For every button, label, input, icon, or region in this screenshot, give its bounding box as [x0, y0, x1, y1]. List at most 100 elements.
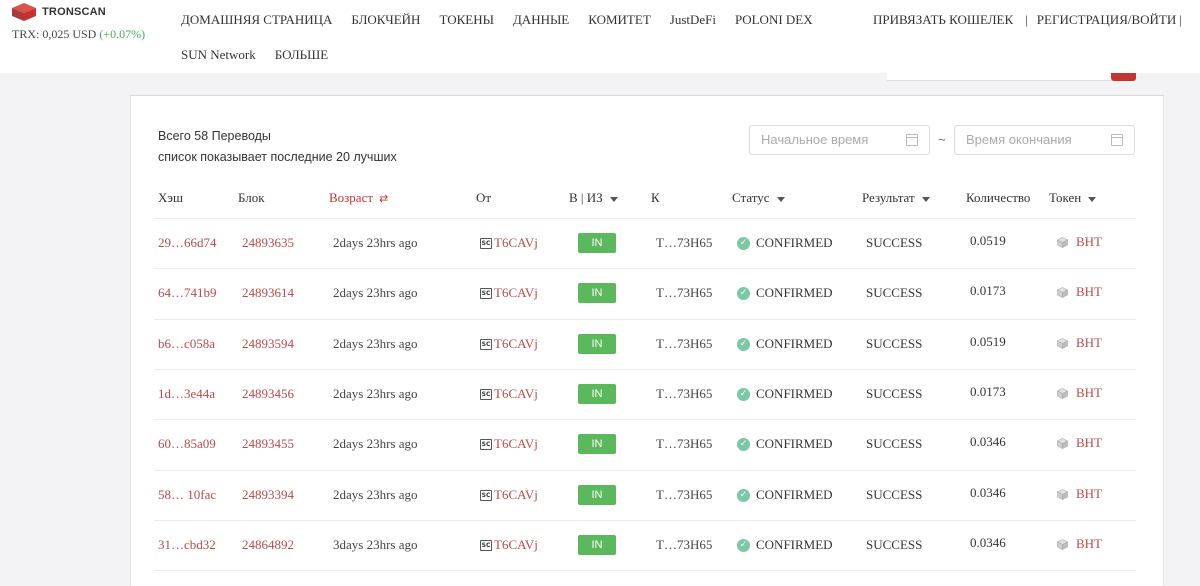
col-amount: Количество — [966, 190, 1031, 205]
from-address-text[interactable]: T6CAVj — [494, 487, 538, 503]
direction-badge: IN — [578, 535, 616, 555]
from-address[interactable]: SC T6CAVj — [480, 487, 538, 503]
tx-hash-link[interactable]: 1d…3e44a — [158, 386, 215, 402]
from-address[interactable]: SC T6CAVj — [480, 537, 538, 553]
nav-blockchain[interactable]: БЛОКЧЕЙН — [351, 12, 420, 28]
from-address-text[interactable]: T6CAVj — [494, 336, 538, 352]
row-divider — [154, 319, 1136, 320]
col-status[interactable]: Статус — [732, 190, 785, 206]
to-address[interactable]: T…73H65 — [656, 235, 712, 251]
logo[interactable]: TRONSCAN — [12, 3, 106, 21]
tx-hash-link[interactable]: 31…cbd32 — [158, 537, 216, 553]
nav-data[interactable]: ДАННЫЕ — [513, 12, 569, 28]
nav-tokens[interactable]: ТОКЕНЫ — [439, 12, 494, 28]
calendar-icon — [1111, 134, 1123, 146]
block-link[interactable]: 24893455 — [242, 436, 294, 452]
tx-age: 2days 23hrs ago — [333, 285, 418, 300]
direction-badge: IN — [578, 334, 616, 354]
end-time-input[interactable]: Время окончания — [954, 125, 1135, 155]
tx-amount: 0.0173 — [970, 283, 1006, 298]
token-name[interactable]: BHT — [1076, 536, 1102, 552]
caret-down-icon[interactable] — [609, 196, 618, 202]
nav-poloni-dex[interactable]: POLONI DEX — [735, 12, 813, 28]
tx-hash-link[interactable]: 64…741b9 — [158, 285, 217, 301]
from-address-text[interactable]: T6CAVj — [494, 436, 538, 452]
tx-amount: 0.0346 — [970, 535, 1006, 550]
token-link[interactable]: BHT — [1057, 335, 1102, 351]
token-link[interactable]: BHT — [1057, 385, 1102, 401]
block-link[interactable]: 24893594 — [242, 336, 294, 352]
token-cube-icon — [1057, 286, 1068, 298]
col-status-label: Статус — [732, 190, 770, 205]
from-address[interactable]: SC T6CAVj — [480, 235, 538, 251]
tx-hash-link[interactable]: b6…c058a — [158, 336, 215, 352]
nav-justdefi[interactable]: JustDeFi — [670, 12, 716, 28]
list-note: список показывает последние 20 лучших — [158, 150, 397, 164]
tx-status-label: CONFIRMED — [756, 436, 833, 451]
start-time-input[interactable]: Начальное время — [749, 125, 930, 155]
token-name[interactable]: BHT — [1076, 435, 1102, 451]
col-token-label: Токен — [1049, 190, 1082, 205]
col-result[interactable]: Результат — [862, 190, 930, 206]
from-address-text[interactable]: T6CAVj — [494, 386, 538, 402]
token-link[interactable]: BHT — [1057, 536, 1102, 552]
tx-age: 2days 23hrs ago — [333, 487, 418, 502]
to-address[interactable]: T…73H65 — [656, 537, 712, 553]
from-address[interactable]: SC T6CAVj — [480, 285, 538, 301]
end-time-placeholder: Время окончания — [966, 132, 1072, 147]
link-login[interactable]: РЕГИСТРАЦИЯ/ВОЙТИ — [1037, 12, 1176, 28]
caret-down-icon[interactable] — [1088, 196, 1097, 202]
link-wallet[interactable]: ПРИВЯЗАТЬ КОШЕЛЕК — [873, 12, 1013, 28]
block-link[interactable]: 24893456 — [242, 386, 294, 402]
to-address[interactable]: T…73H65 — [656, 285, 712, 301]
sort-icon[interactable]: ⇄ — [379, 192, 388, 205]
nav-more[interactable]: БОЛЬШЕ — [275, 47, 328, 63]
token-name[interactable]: BHT — [1076, 385, 1102, 401]
from-address-text[interactable]: T6CAVj — [494, 537, 538, 553]
from-address[interactable]: SC T6CAVj — [480, 336, 538, 352]
caret-down-icon[interactable] — [921, 196, 930, 202]
token-name[interactable]: BHT — [1076, 284, 1102, 300]
token-link[interactable]: BHT — [1057, 284, 1102, 300]
from-address[interactable]: SC T6CAVj — [480, 386, 538, 402]
from-address-text[interactable]: T6CAVj — [494, 285, 538, 301]
from-address[interactable]: SC T6CAVj — [480, 436, 538, 452]
to-address[interactable]: T…73H65 — [656, 487, 712, 503]
nav-sun-network[interactable]: SUN Network — [181, 47, 256, 63]
tx-hash-link[interactable]: 29…66d74 — [158, 235, 217, 251]
block-link[interactable]: 24893635 — [242, 235, 294, 251]
block-link[interactable]: 24893614 — [242, 285, 294, 301]
token-cube-icon — [1057, 236, 1068, 248]
tx-hash-link[interactable]: 58… 10fac — [158, 487, 216, 503]
tx-hash-link[interactable]: 60…85a09 — [158, 436, 216, 452]
to-address[interactable]: T…73H65 — [656, 436, 712, 452]
logo-text: TRONSCAN — [42, 6, 106, 18]
caret-down-icon[interactable] — [776, 196, 785, 202]
token-link[interactable]: BHT — [1057, 486, 1102, 502]
search-button-edge[interactable] — [1111, 73, 1136, 81]
to-address[interactable]: T…73H65 — [656, 386, 712, 402]
nav-home[interactable]: ДОМАШНЯЯ СТРАНИЦА — [181, 12, 332, 28]
tx-status: ✓ CONFIRMED — [737, 285, 833, 301]
to-address[interactable]: T…73H65 — [656, 336, 712, 352]
token-name[interactable]: BHT — [1076, 335, 1102, 351]
smart-contract-icon: SC — [480, 388, 492, 400]
row-divider — [154, 218, 1136, 219]
block-link[interactable]: 24864892 — [242, 537, 294, 553]
token-link[interactable]: BHT — [1057, 435, 1102, 451]
col-direction[interactable]: В | ИЗ — [569, 190, 618, 206]
token-link[interactable]: BHT — [1057, 234, 1102, 250]
from-address-text[interactable]: T6CAVj — [494, 235, 538, 251]
block-link[interactable]: 24893394 — [242, 487, 294, 503]
token-cube-icon — [1057, 387, 1068, 399]
col-age[interactable]: Возраст ⇄ — [329, 190, 388, 206]
token-name[interactable]: BHT — [1076, 486, 1102, 502]
trx-price: TRX: 0,025 USD (+0.07%) — [12, 27, 145, 42]
tx-result: SUCCESS — [866, 436, 923, 451]
nav-committee[interactable]: КОМИТЕТ — [588, 12, 651, 28]
col-token[interactable]: Токен — [1049, 190, 1097, 206]
tx-result: SUCCESS — [866, 537, 923, 552]
search-input-edge[interactable] — [887, 73, 1112, 81]
token-name[interactable]: BHT — [1076, 234, 1102, 250]
tx-amount: 0.0519 — [970, 233, 1006, 248]
